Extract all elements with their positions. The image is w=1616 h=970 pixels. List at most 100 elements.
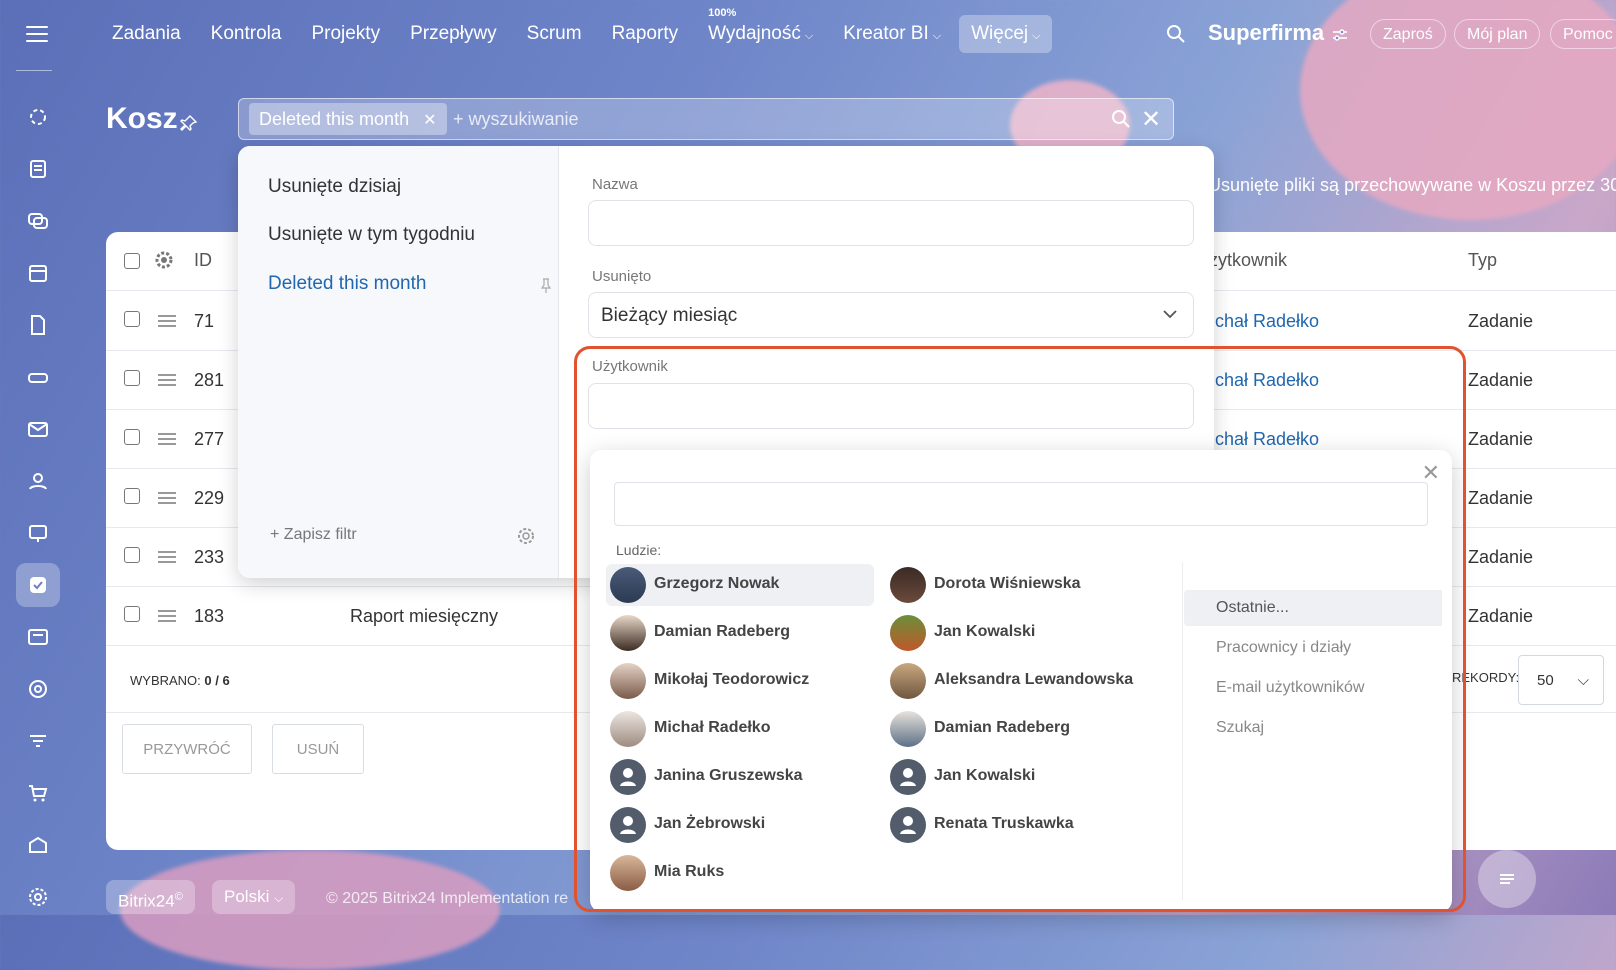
row-checkbox[interactable]	[124, 547, 140, 563]
docs-icon[interactable]	[16, 303, 60, 347]
chat-icon[interactable]	[16, 199, 60, 243]
funnel-icon[interactable]	[16, 719, 60, 763]
search-icon[interactable]	[1111, 109, 1131, 129]
drive-icon[interactable]	[16, 355, 60, 399]
nav-tab-wiecej[interactable]: Więcej ⌵	[959, 15, 1053, 53]
person-item[interactable]: Mikołaj Teodorowicz	[606, 660, 874, 702]
person-item[interactable]: Grzegorz Nowak	[606, 564, 874, 606]
deleted-select[interactable]: Bieżący miesiąc	[588, 292, 1194, 338]
invite-button[interactable]: Zaproś	[1370, 19, 1446, 49]
row-checkbox[interactable]	[124, 370, 140, 386]
search-icon[interactable]	[1166, 24, 1186, 44]
save-filter-button[interactable]: + Zapisz filtr	[270, 526, 357, 544]
restore-button[interactable]: PRZYWRÓĆ	[122, 724, 252, 774]
tasks-icon[interactable]	[16, 563, 60, 607]
search-placeholder[interactable]: + wyszukiwanie	[453, 109, 579, 130]
nav-tab-projekty[interactable]: Projekty	[299, 15, 392, 53]
crm-icon[interactable]	[16, 615, 60, 659]
select-all-checkbox[interactable]	[124, 253, 140, 269]
person-item[interactable]: Renata Truskawka	[886, 804, 1154, 846]
pulse-icon[interactable]	[16, 95, 60, 139]
pin-icon[interactable]	[180, 114, 198, 132]
tab-recent[interactable]: Ostatnie...	[1184, 590, 1442, 626]
nav-tab-kontrola[interactable]: Kontrola	[199, 15, 294, 53]
feed-icon[interactable]	[16, 147, 60, 191]
preset-today[interactable]: Usunięte dzisiaj	[268, 176, 401, 198]
drag-handle-icon[interactable]	[158, 610, 176, 622]
groups-icon[interactable]	[16, 459, 60, 503]
nav-tab-scrum[interactable]: Scrum	[515, 15, 594, 53]
tab-search[interactable]: Szukaj	[1184, 710, 1442, 746]
nav-tab-kreator-bi[interactable]: Kreator BI ⌵	[831, 15, 953, 53]
my-plan-button[interactable]: Mój plan	[1454, 19, 1541, 49]
sliders-icon[interactable]	[1332, 27, 1348, 43]
drag-handle-icon[interactable]	[158, 315, 176, 327]
records-value: 50	[1537, 672, 1554, 689]
help-button[interactable]: Pomoc	[1550, 19, 1616, 49]
close-icon[interactable]: ✕	[423, 112, 436, 129]
target-icon[interactable]	[16, 667, 60, 711]
preset-this-week[interactable]: Usunięte w tym tygodniu	[268, 224, 475, 246]
board-icon[interactable]	[16, 511, 60, 555]
row-checkbox[interactable]	[124, 311, 140, 327]
tab-email-users[interactable]: E-mail użytkowników	[1184, 670, 1442, 706]
drag-handle-icon[interactable]	[158, 492, 176, 504]
cart-icon[interactable]	[16, 771, 60, 815]
gear-icon[interactable]	[516, 526, 536, 546]
drag-handle-icon[interactable]	[158, 374, 176, 386]
filter-chip[interactable]: Deleted this month ✕	[249, 103, 447, 135]
language-selector[interactable]: Polski ⌵	[212, 880, 296, 914]
tab-employees-departments[interactable]: Pracownicy i działy	[1184, 630, 1442, 666]
menu-icon[interactable]	[26, 26, 48, 44]
left-sidebar	[0, 0, 76, 915]
row-checkbox[interactable]	[124, 488, 140, 504]
records-per-page-select[interactable]: 50 ⌵	[1518, 655, 1604, 705]
calendar-icon[interactable]	[16, 251, 60, 295]
row-user[interactable]: Michał Radełko	[1196, 429, 1319, 450]
person-item[interactable]: Michał Radełko	[606, 708, 874, 750]
settings-icon[interactable]	[16, 875, 60, 919]
person-name: Renata Truskawka	[934, 815, 1074, 832]
gear-icon[interactable]	[154, 250, 174, 270]
nav-label: Kontrola	[210, 23, 282, 44]
nav-tab-wydajnosc[interactable]: 100% Wydajność ⌵	[696, 7, 825, 53]
records-label: REKORDY:	[1452, 670, 1520, 685]
row-checkbox[interactable]	[124, 606, 140, 622]
drag-handle-icon[interactable]	[158, 433, 176, 445]
pin-icon[interactable]	[540, 278, 552, 294]
person-item[interactable]: Jan Żebrowski	[606, 804, 874, 846]
column-header-type[interactable]: Typ	[1468, 250, 1497, 271]
name-field[interactable]	[588, 200, 1194, 246]
row-checkbox[interactable]	[124, 429, 140, 445]
row-user[interactable]: Michał Radełko	[1196, 370, 1319, 391]
column-header-id[interactable]: ID	[194, 250, 212, 271]
person-item[interactable]: Damian Radeberg	[606, 612, 874, 654]
drag-handle-icon[interactable]	[158, 551, 176, 563]
bitrix24-brand[interactable]: Bitrix24©	[106, 880, 195, 914]
selected-label: WYBRANO:	[130, 673, 201, 688]
chat-icon	[1500, 874, 1514, 884]
user-field[interactable]	[588, 383, 1194, 429]
chat-button[interactable]	[1478, 850, 1536, 908]
person-item[interactable]: Dorota Wiśniewska	[886, 564, 1154, 606]
user-search-input[interactable]	[614, 482, 1428, 526]
row-user[interactable]: Michał Radełko	[1196, 311, 1319, 332]
nav-tab-raporty[interactable]: Raporty	[600, 15, 691, 53]
delete-button[interactable]: USUŃ	[272, 724, 364, 774]
clear-search-icon[interactable]: ✕	[1141, 105, 1161, 134]
avatar	[610, 615, 646, 651]
mail-icon[interactable]	[16, 407, 60, 451]
nav-tab-zadania[interactable]: Zadania	[100, 15, 193, 53]
nav-tab-przeplywy[interactable]: Przepływy	[398, 15, 509, 53]
person-item[interactable]: Jan Kowalski	[886, 756, 1154, 798]
person-item[interactable]: Janina Gruszewska	[606, 756, 874, 798]
company-name[interactable]: Superfirma	[1208, 20, 1324, 46]
person-item[interactable]: Damian Radeberg	[886, 708, 1154, 750]
filter-search-bar[interactable]: Deleted this month ✕ + wyszukiwanie ✕	[238, 98, 1174, 140]
store-icon[interactable]	[16, 823, 60, 867]
row-name[interactable]: Raport miesięczny	[350, 606, 498, 627]
person-item[interactable]: Jan Kowalski	[886, 612, 1154, 654]
person-item[interactable]: Aleksandra Lewandowska	[886, 660, 1154, 702]
preset-this-month[interactable]: Deleted this month	[268, 273, 426, 295]
person-item[interactable]: Mia Ruks	[606, 852, 874, 894]
